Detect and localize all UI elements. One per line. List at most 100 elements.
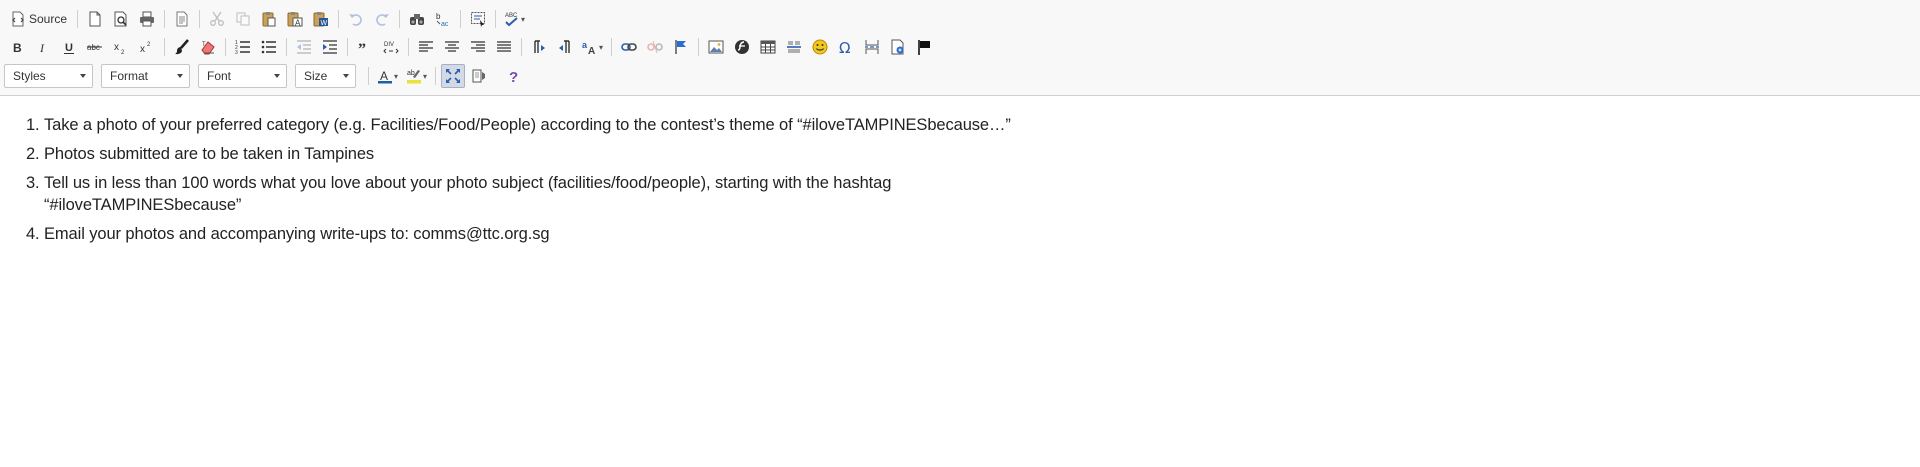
flash-icon: [735, 40, 750, 54]
templates-button[interactable]: [170, 7, 194, 31]
size-dropdown[interactable]: Size: [295, 64, 356, 88]
svg-text:”: ”: [358, 41, 366, 55]
numbered-list-icon: 123: [235, 40, 250, 55]
chevron-down-icon: ▾: [599, 42, 604, 52]
preview-button[interactable]: [109, 7, 133, 31]
superscript-button[interactable]: x2: [135, 35, 159, 59]
unlink-icon: [647, 40, 663, 54]
image-button[interactable]: [704, 35, 728, 59]
svg-text:Ω: Ω: [839, 39, 850, 55]
show-blocks-icon: [472, 69, 486, 83]
unlink-button[interactable]: [643, 35, 667, 59]
toolbar-separator: [495, 10, 497, 28]
image-icon: [708, 40, 724, 54]
select-all-button[interactable]: [466, 7, 490, 31]
undo-icon: [349, 14, 362, 26]
cut-button[interactable]: [205, 7, 229, 31]
text-direction-rtl-button[interactable]: [553, 35, 577, 59]
justify-button[interactable]: [492, 35, 516, 59]
page-break-button[interactable]: [860, 35, 884, 59]
toolbar-separator: [338, 10, 340, 28]
align-left-button[interactable]: [414, 35, 438, 59]
copy-button[interactable]: [231, 7, 255, 31]
svg-text:ab: ab: [407, 70, 415, 77]
bulleted-list-icon: [261, 40, 276, 54]
flash-button[interactable]: [730, 35, 754, 59]
link-button[interactable]: [617, 35, 641, 59]
horizontal-rule-button[interactable]: [782, 35, 806, 59]
italic-button[interactable]: I: [31, 35, 55, 59]
spell-check-icon: ABC: [505, 13, 518, 27]
undo-button[interactable]: [344, 7, 368, 31]
link-icon: [621, 43, 637, 51]
paste-from-word-button[interactable]: W: [309, 7, 333, 31]
align-left-icon: [419, 41, 433, 52]
scissors-icon: [210, 11, 224, 26]
black-flag-icon: [918, 40, 931, 55]
create-div-button[interactable]: DIV: [379, 35, 403, 59]
table-button[interactable]: [756, 35, 780, 59]
remove-format-button[interactable]: T: [196, 35, 220, 59]
maximize-icon: [446, 69, 461, 83]
paste-button[interactable]: [257, 7, 281, 31]
bold-button[interactable]: B: [5, 35, 29, 59]
source-button[interactable]: Source: [5, 7, 72, 31]
help-button[interactable]: ?: [502, 64, 526, 88]
paste-text-button[interactable]: A: [283, 7, 307, 31]
binoculars-icon: [410, 14, 425, 25]
list-item: Tell us in less than 100 words what you …: [44, 172, 1024, 216]
bulleted-list-button[interactable]: [257, 35, 281, 59]
print-button[interactable]: [135, 7, 159, 31]
chevron-down-icon: [80, 74, 86, 78]
copy-icon: [236, 12, 250, 26]
text-color-button[interactable]: A ▾: [374, 64, 401, 88]
font-dropdown[interactable]: Font: [198, 64, 287, 88]
anchor-button[interactable]: [669, 35, 693, 59]
print-icon: [140, 11, 155, 27]
blockquote-button[interactable]: ”: [353, 35, 377, 59]
subscript-button[interactable]: x2: [109, 35, 133, 59]
copy-formatting-button[interactable]: [170, 35, 194, 59]
new-page-button[interactable]: [83, 7, 107, 31]
text-direction-ltr-button[interactable]: [527, 35, 551, 59]
format-dropdown[interactable]: Format: [101, 64, 190, 88]
flag-button[interactable]: [912, 35, 936, 59]
background-color-button[interactable]: ab ▾: [403, 64, 430, 88]
svg-text:x: x: [114, 42, 119, 53]
styles-dropdown[interactable]: Styles: [4, 64, 93, 88]
special-char-button[interactable]: Ω: [834, 35, 858, 59]
underline-button[interactable]: U: [57, 35, 81, 59]
show-blocks-button[interactable]: [467, 64, 491, 88]
spell-check-button[interactable]: ABC ▾: [501, 7, 528, 31]
numbered-list-button[interactable]: 123: [231, 35, 255, 59]
maximize-button[interactable]: [441, 64, 466, 88]
smiley-button[interactable]: [808, 35, 832, 59]
iframe-button[interactable]: [886, 35, 910, 59]
align-center-button[interactable]: [440, 35, 464, 59]
replace-button[interactable]: b ac: [431, 7, 455, 31]
redo-button[interactable]: [370, 7, 394, 31]
align-justify-icon: [497, 41, 511, 52]
editor-toolbar: Source A W b ac ABC ▾ B I U abc x 2 x 2 …: [0, 0, 1920, 96]
svg-text:B: B: [13, 41, 22, 55]
toolbar-row-1: Source A W b ac ABC ▾: [4, 6, 529, 32]
align-right-button[interactable]: [466, 35, 490, 59]
decrease-indent-button[interactable]: [292, 35, 316, 59]
paste-word-icon: W: [313, 12, 329, 27]
toolbar-separator: [611, 38, 613, 56]
svg-text:2: 2: [147, 42, 151, 48]
size-dropdown-label: Size: [304, 69, 328, 83]
svg-text:U: U: [65, 42, 73, 54]
svg-text:2: 2: [121, 50, 125, 55]
toolbar-separator: [199, 10, 201, 28]
underline-icon: U: [64, 42, 74, 54]
editor-content[interactable]: Take a photo of your preferred category …: [0, 97, 1920, 467]
div-container-icon: DIV: [383, 42, 399, 54]
help-icon: ?: [509, 69, 518, 84]
language-button[interactable]: aA ▾: [579, 35, 606, 59]
smiley-icon: [812, 39, 828, 55]
strikethrough-button[interactable]: abc: [83, 35, 107, 59]
toolbar-separator: [368, 67, 369, 85]
increase-indent-button[interactable]: [318, 35, 342, 59]
find-button[interactable]: [405, 7, 429, 31]
